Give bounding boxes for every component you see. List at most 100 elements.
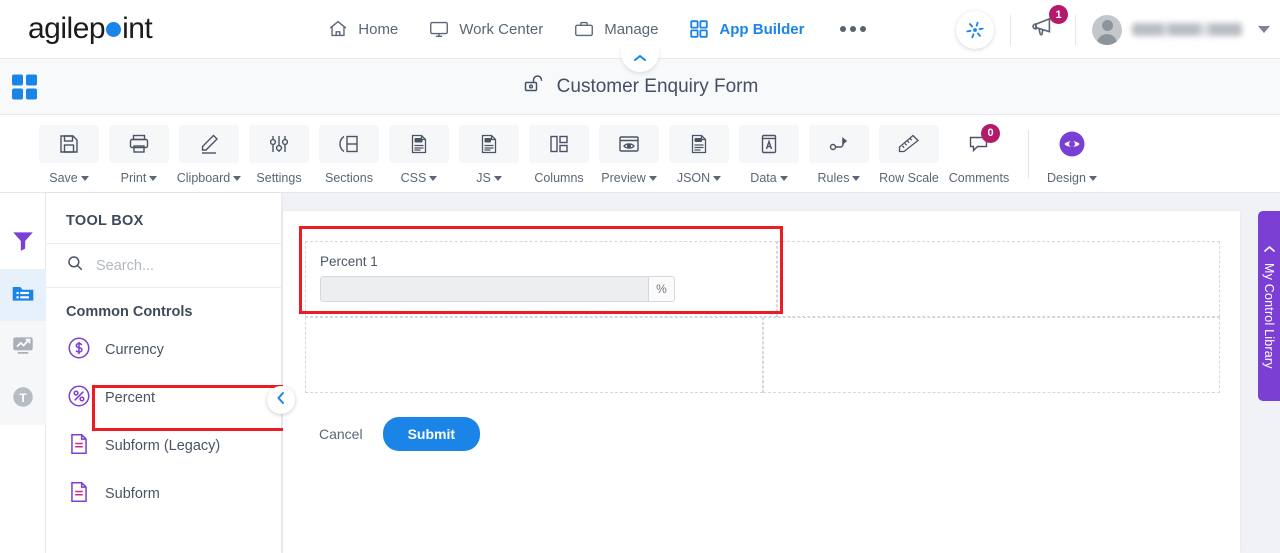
svg-text:T: T: [19, 390, 27, 404]
cancel-button[interactable]: Cancel: [319, 426, 363, 442]
analytics-icon: [10, 332, 36, 363]
announcements-badge: 1: [1049, 5, 1068, 24]
comments-badge: 0: [981, 123, 1000, 143]
toolbar-data[interactable]: Data: [734, 123, 804, 185]
collapse-toolbox-button[interactable]: [267, 386, 295, 414]
rail-item-analytics[interactable]: [0, 321, 46, 373]
search-input[interactable]: [96, 257, 236, 274]
form-cell-empty-2[interactable]: [305, 317, 763, 393]
left-icon-rail: T: [0, 193, 46, 553]
toolbox-item-currency[interactable]: Currency: [46, 326, 281, 374]
nav-label-home: Home: [358, 20, 399, 38]
chevron-down-icon: [493, 176, 502, 181]
announcements-button[interactable]: 1: [1027, 5, 1068, 48]
nav-label-manage: Manage: [604, 20, 659, 38]
workspace: T TOOL BOX Common Controls Curren: [0, 193, 1280, 553]
grid-icon: [688, 18, 710, 40]
pencil-icon: [179, 124, 239, 163]
toolbar-rules[interactable]: Rules: [804, 123, 874, 185]
rules-icon: [809, 124, 869, 163]
toolbox-item-percent[interactable]: Percent: [46, 374, 281, 422]
toolbar-label-comments: Comments: [948, 170, 1010, 185]
percent-icon: [66, 383, 92, 413]
toolbar-design[interactable]: Design: [1037, 123, 1107, 185]
toolbar-sections[interactable]: Sections: [314, 123, 384, 185]
collapse-header-button[interactable]: [621, 46, 659, 72]
toolbar-row-scale[interactable]: Row Scale: [874, 123, 944, 185]
toolbar-label-settings: Settings: [256, 170, 302, 185]
chevron-left-icon: [275, 391, 287, 410]
nav-label-app-builder: App Builder: [719, 20, 805, 38]
toolbar-label-save: Save: [49, 170, 78, 185]
toolbar-css[interactable]: CSS: [384, 123, 454, 185]
toolbox-item-subform-legacy[interactable]: Subform (Legacy): [46, 422, 281, 470]
toolbox-label-currency: Currency: [105, 342, 164, 358]
percent-input-group[interactable]: %: [320, 276, 675, 302]
columns-icon: [529, 124, 589, 163]
form-designer-toolbar: Save Print Clipboard Settings Sections C…: [0, 115, 1280, 193]
form-title-group: Customer Enquiry Form: [522, 72, 759, 101]
page-title: Customer Enquiry Form: [556, 75, 759, 97]
rail-item-filter[interactable]: [0, 217, 46, 269]
more-icon[interactable]: [840, 26, 867, 32]
toolbox-icon: [10, 280, 36, 311]
home-icon: [327, 18, 349, 40]
chevron-down-icon: [233, 176, 242, 181]
nav-item-work-center[interactable]: Work Center: [428, 18, 543, 40]
percent-input[interactable]: [321, 277, 648, 301]
form-cell-percent[interactable]: Percent 1 %: [305, 241, 777, 317]
toolbar-label-row-scale: Row Scale: [879, 170, 939, 185]
toolbar-js[interactable]: JS: [454, 123, 524, 185]
js-file-icon: [459, 124, 519, 163]
chevron-down-icon: [648, 176, 657, 181]
chevron-down-icon: [852, 176, 861, 181]
chevron-up-icon: [633, 50, 647, 68]
chevron-down-icon: [1088, 176, 1097, 181]
agilepoint-logo[interactable]: agilep int: [28, 12, 153, 46]
toolbox-section-title: Common Controls: [66, 304, 193, 320]
pinwheel-icon[interactable]: [956, 10, 994, 49]
percent-suffix: %: [648, 277, 674, 301]
comment-icon: 0: [949, 123, 1009, 163]
nav-item-manage[interactable]: Manage: [573, 18, 658, 40]
sections-icon: [319, 124, 379, 163]
divider: [1075, 14, 1076, 45]
chevron-down-icon: [779, 176, 788, 181]
submit-button[interactable]: Submit: [382, 417, 481, 451]
toolbar-label-css: CSS: [400, 170, 427, 185]
toolbar-comments[interactable]: 0 Comments: [944, 123, 1014, 185]
logo-dot-icon: [106, 22, 122, 37]
filter-icon: [10, 228, 36, 259]
nav-item-home[interactable]: Home: [327, 18, 398, 40]
toolbar-clipboard[interactable]: Clipboard: [174, 123, 244, 185]
profile-menu[interactable]: [1092, 14, 1270, 45]
chevron-down-icon: [429, 176, 438, 181]
rail-item-toolbox[interactable]: [0, 269, 46, 321]
toolbar-columns[interactable]: Columns: [524, 123, 594, 185]
user-name-redacted: [1132, 23, 1242, 36]
toolbar-preview[interactable]: Preview: [594, 123, 664, 185]
app-grid-icon[interactable]: [12, 74, 37, 99]
chevron-left-icon: [1262, 243, 1276, 255]
toolbox-label-subform: Subform: [105, 486, 160, 502]
toolbar-json[interactable]: JSON: [664, 123, 734, 185]
toolbox-item-subform[interactable]: Subform: [46, 470, 281, 518]
toolbar-settings[interactable]: Settings: [244, 123, 314, 185]
briefcase-icon: [573, 18, 595, 40]
subform-icon: [66, 479, 92, 509]
form-cell-empty-3[interactable]: [762, 317, 1220, 393]
subform-icon: [66, 431, 92, 461]
toolbar-print[interactable]: Print: [104, 123, 174, 185]
toolbox-label-percent: Percent: [105, 390, 155, 406]
avatar: [1092, 14, 1122, 45]
chevron-down-icon: [149, 176, 158, 181]
rail-item-text[interactable]: T: [0, 373, 46, 425]
logo-text-right: int: [122, 12, 153, 45]
json-file-icon: [669, 124, 729, 163]
nav-item-app-builder[interactable]: App Builder: [688, 18, 804, 40]
chevron-down-icon[interactable]: [1258, 26, 1270, 33]
form-cell-empty-1[interactable]: [776, 241, 1220, 317]
my-control-library-tab[interactable]: My Control Library: [1258, 211, 1280, 401]
toolbar-save[interactable]: Save: [34, 123, 104, 185]
toolbox-heading: TOOL BOX: [66, 213, 144, 229]
